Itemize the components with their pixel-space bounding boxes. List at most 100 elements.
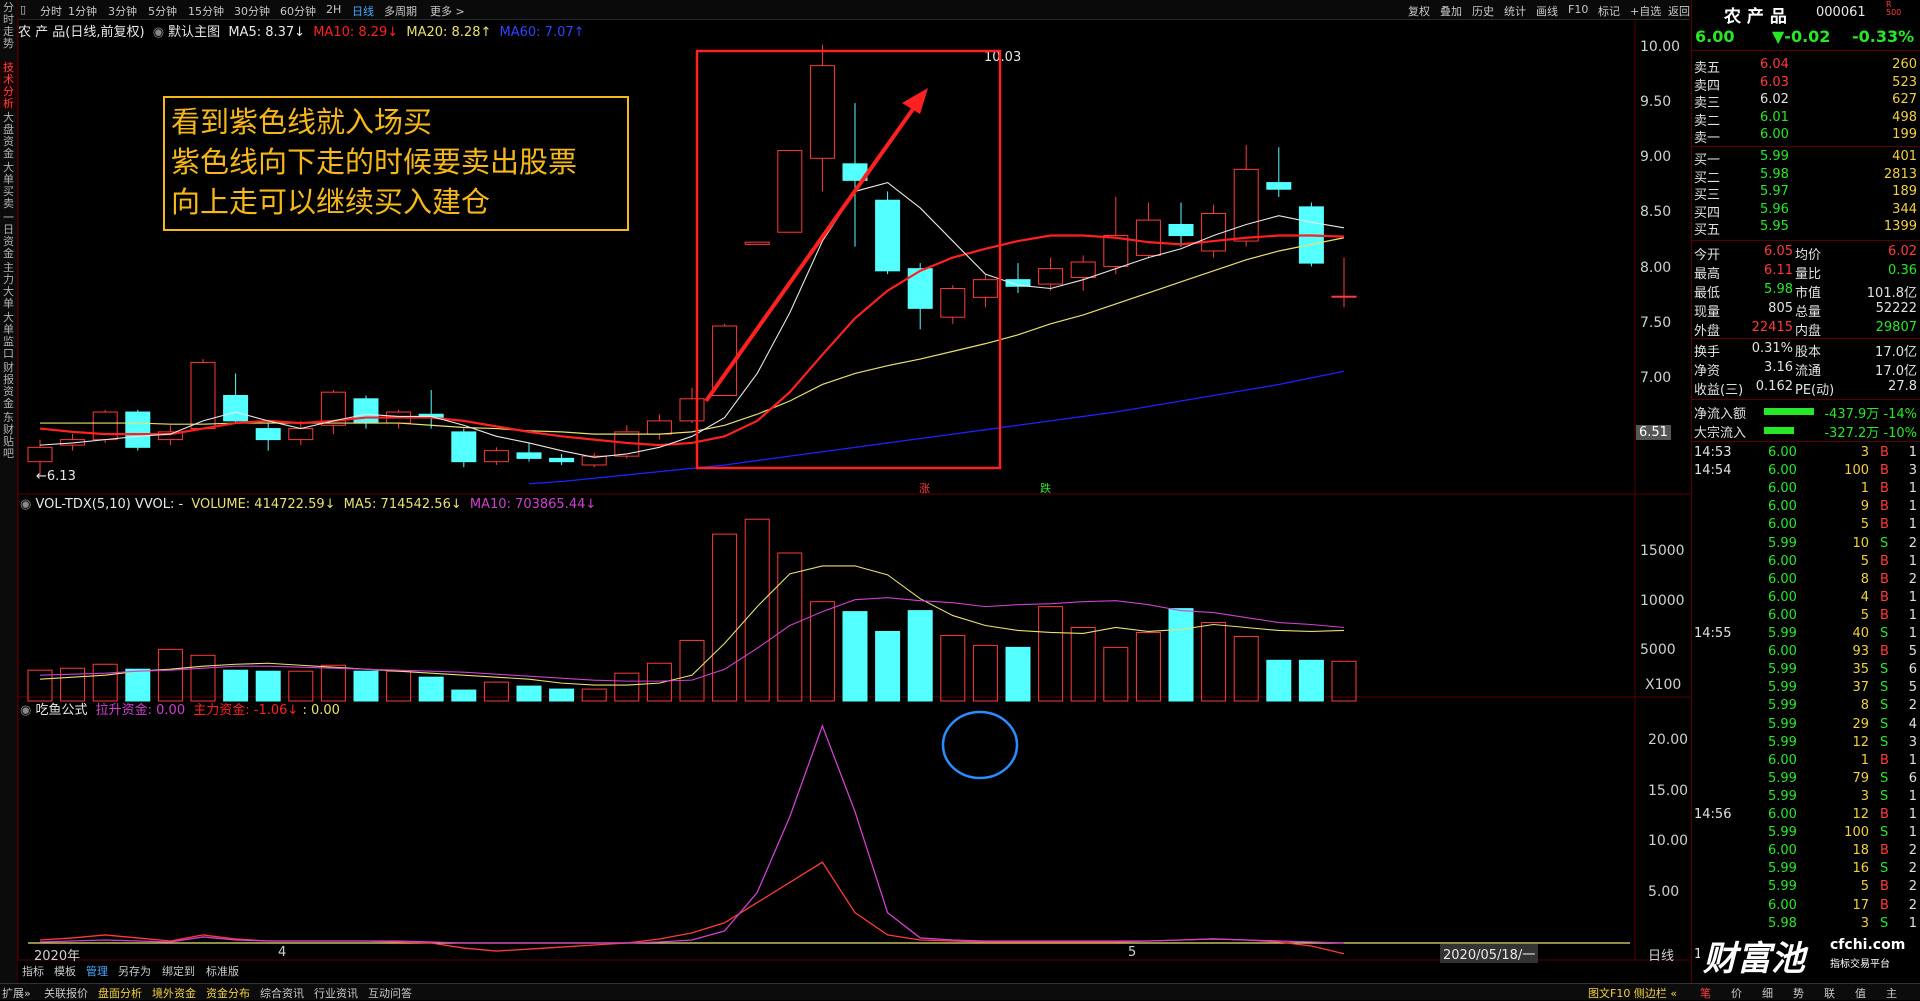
watermark-sub: 指标交易平台 xyxy=(1830,959,1890,970)
volume-bar xyxy=(516,685,542,702)
tick-row: 5.99 37 S 5 xyxy=(1692,680,1920,697)
tick-row: 6.00 5 B 1 xyxy=(1692,517,1920,534)
stat-value: 0.36 xyxy=(1888,263,1917,278)
tick-time: 14:53 xyxy=(1694,445,1732,460)
candle xyxy=(1266,147,1292,197)
tick-volume: 12 xyxy=(1852,734,1869,750)
sub-tab-5[interactable]: 标准版 xyxy=(206,963,239,979)
sub-tab-4[interactable]: 绑定到 xyxy=(162,963,195,979)
tick-row: 14:55 5.99 40 S 1 xyxy=(1692,626,1920,643)
candle xyxy=(320,389,346,435)
volume-bar xyxy=(712,533,738,702)
tick-count: 1 xyxy=(1908,825,1917,841)
indicator-tick: 10.00 xyxy=(1648,833,1689,849)
settings-dot-icon[interactable]: ◉ xyxy=(153,25,164,40)
bid-label: 买一 xyxy=(1694,153,1721,168)
price-tick: 9.00 xyxy=(1640,149,1672,166)
stock-name: 农 产 品 xyxy=(1724,7,1787,27)
flow-row: 大宗流入 -327.2万 -10% xyxy=(1692,422,1920,441)
stat-value: 101.8亿 xyxy=(1866,286,1917,301)
volume-bar xyxy=(842,611,868,702)
flow-value: -437.9万 -14% xyxy=(1824,407,1917,422)
bid-volume: 401 xyxy=(1892,149,1917,164)
tick-price: 6.00 xyxy=(1768,644,1797,660)
sub-tab-2[interactable]: 管理 xyxy=(86,963,108,979)
sub-tab-1[interactable]: 模板 xyxy=(54,963,76,979)
tick-count: 2 xyxy=(1908,897,1917,913)
tick-volume: 100 xyxy=(1844,463,1869,479)
tick-price: 5.99 xyxy=(1768,535,1797,551)
divider xyxy=(1692,399,1920,400)
ask-volume: 260 xyxy=(1892,57,1917,72)
volume-bar xyxy=(1331,660,1357,702)
candle xyxy=(451,428,477,468)
bid-price: 5.99 xyxy=(1760,149,1789,164)
bid-volume: 344 xyxy=(1892,201,1917,217)
candle xyxy=(1201,204,1227,258)
tick-count: 1 xyxy=(1908,517,1917,533)
divider xyxy=(1692,50,1920,51)
stat-label: 净资 xyxy=(1694,364,1721,379)
volume-bar xyxy=(1038,606,1064,702)
stat-value: 17.0亿 xyxy=(1875,345,1917,360)
settings-dot-icon[interactable]: ◉ xyxy=(20,703,31,718)
tick-row: 6.00 93 B 5 xyxy=(1692,644,1920,661)
tick-price: 6.00 xyxy=(1768,499,1797,515)
tick-side: B xyxy=(1880,553,1889,569)
volume-bar xyxy=(581,688,607,702)
tick-row: 5.99 16 S 2 xyxy=(1692,861,1920,878)
tick-price: 5.98 xyxy=(1768,915,1797,931)
stat-value: 27.8 xyxy=(1888,379,1917,394)
sub-tab-3[interactable]: 另存为 xyxy=(118,963,151,979)
stat-label: 收益(三) xyxy=(1694,383,1744,398)
volume-bar xyxy=(1266,659,1292,702)
tick-row: 6.00 8 B 2 xyxy=(1692,572,1920,589)
tick-row: 6.00 4 B 1 xyxy=(1692,590,1920,607)
stock-badge: R 500 xyxy=(1886,0,1902,17)
flow-bar xyxy=(1764,408,1814,415)
stat-row: 收益(三) 0.162 PE(动) 27.8 xyxy=(1692,379,1920,398)
bid-row: 买一 5.99 401 xyxy=(1692,149,1920,168)
tick-side: S xyxy=(1880,698,1889,714)
bid-label: 买四 xyxy=(1694,205,1721,221)
candle xyxy=(1298,202,1324,267)
tick-side: B xyxy=(1880,897,1889,913)
ask-price: 6.04 xyxy=(1760,57,1789,72)
tick-volume: 8 xyxy=(1860,571,1869,587)
tick-row: 5.99 79 S 6 xyxy=(1692,771,1920,788)
annotation-line: 紫色线向下走的时候要卖出股票 xyxy=(171,145,578,179)
stat-value: 22415 xyxy=(1751,320,1793,335)
candle xyxy=(255,423,281,451)
stat-value: 6.05 xyxy=(1764,244,1793,259)
ask-volume: 523 xyxy=(1892,74,1917,90)
volume-bar xyxy=(483,681,509,702)
stat-label: 最高 xyxy=(1694,267,1721,282)
tick-count: 4 xyxy=(1908,716,1917,732)
divider xyxy=(1692,441,1920,442)
tick-volume: 3 xyxy=(1860,788,1869,804)
tick-price: 6.00 xyxy=(1768,553,1797,569)
stat-label: 换手 xyxy=(1694,345,1721,360)
settings-dot-icon[interactable]: ◉ xyxy=(20,497,31,512)
tick-side: B xyxy=(1880,879,1889,895)
tick-count: 1 xyxy=(1908,915,1917,931)
candle xyxy=(1005,263,1031,293)
ask-label: 卖四 xyxy=(1694,78,1721,94)
tick-price: 6.00 xyxy=(1768,463,1797,479)
candle xyxy=(549,453,575,465)
tick-price: 5.99 xyxy=(1768,788,1797,804)
candle xyxy=(418,389,444,429)
volume-bar xyxy=(679,639,705,702)
tick-price: 6.00 xyxy=(1768,589,1797,605)
sub-tab-0[interactable]: 指标 xyxy=(22,963,44,979)
stat-value: 3.16 xyxy=(1764,360,1793,375)
ask-volume: 627 xyxy=(1892,92,1917,107)
stat-label: 量比 xyxy=(1795,267,1822,282)
volume-bar xyxy=(1201,622,1227,702)
stat-value: 0.31% xyxy=(1751,341,1793,356)
bid-volume: 189 xyxy=(1892,184,1917,199)
stat-label: 今开 xyxy=(1694,248,1721,263)
main-chart-name[interactable]: 默认主图 xyxy=(168,25,220,40)
tick-side: B xyxy=(1880,843,1889,859)
volume-bar xyxy=(1005,646,1031,702)
